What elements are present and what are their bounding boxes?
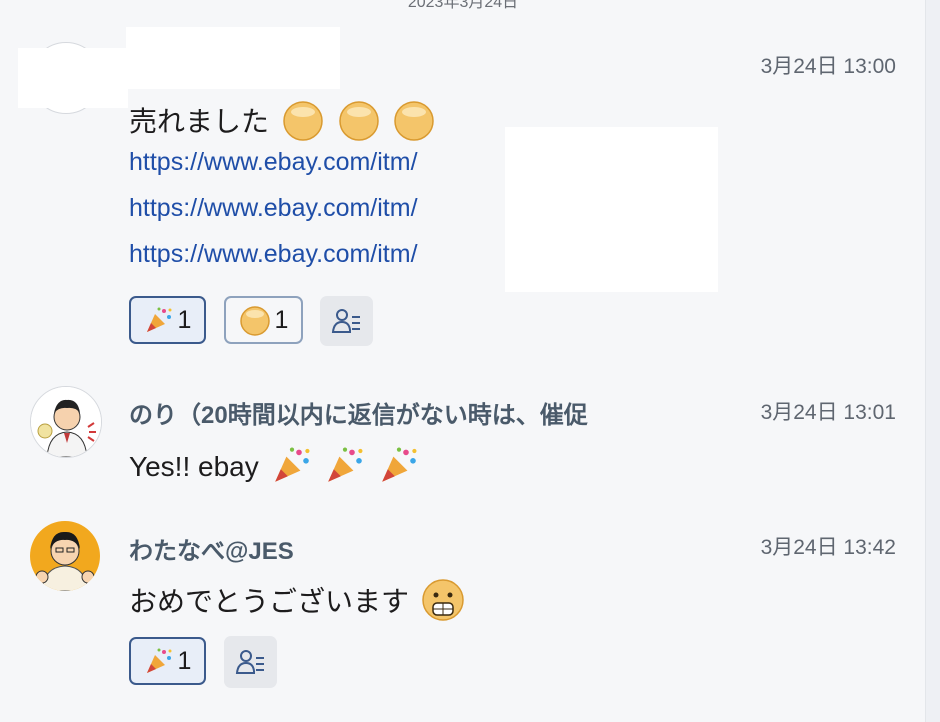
reaction-count: 1 — [177, 305, 192, 334]
reaction-count: 1 — [274, 305, 289, 334]
add-reaction-icon — [331, 309, 360, 333]
message-time[interactable]: 3月24日 13:01 — [761, 396, 896, 426]
sender-name[interactable]: わたなべ@JES — [129, 531, 689, 566]
avatar-nori[interactable] — [30, 386, 102, 458]
message-text: 売れました — [129, 98, 436, 149]
reaction-party-popper[interactable]: 1 — [129, 296, 206, 344]
message-text-content: 売れました — [129, 105, 270, 137]
reaction-party-popper[interactable]: 1 — [129, 637, 206, 685]
avatar-watanabe[interactable] — [30, 521, 100, 591]
pray-hands-icon — [392, 98, 436, 149]
ebay-link-3[interactable]: https://www.ebay.com/itm/ — [129, 239, 418, 269]
redacted-block — [18, 48, 128, 108]
message-text-content: Yes!! ebay — [129, 450, 259, 482]
message-time[interactable]: 3月24日 13:00 — [761, 50, 896, 80]
ebay-link-2[interactable]: https://www.ebay.com/itm/ — [129, 193, 418, 223]
party-popper-icon — [146, 307, 172, 332]
redacted-name — [126, 27, 340, 89]
pray-hands-icon — [281, 98, 325, 149]
party-popper-icon — [324, 444, 366, 493]
add-reaction-icon — [235, 650, 264, 674]
reaction-pray-hands[interactable]: 1 — [224, 296, 303, 344]
redacted-link-ids — [505, 127, 718, 292]
grimacing-face-icon — [421, 578, 465, 629]
date-divider: 2023年3月24日 — [407, 0, 519, 11]
reaction-count: 1 — [177, 646, 192, 675]
add-reaction-button[interactable] — [224, 636, 277, 688]
message-text: おめでとうございます — [129, 578, 465, 629]
add-reaction-button[interactable] — [320, 296, 373, 346]
party-popper-icon — [271, 444, 313, 493]
message-text-content: おめでとうございます — [129, 585, 410, 617]
party-popper-icon — [378, 444, 420, 493]
ebay-link-1[interactable]: https://www.ebay.com/itm/ — [129, 147, 418, 177]
party-popper-icon — [146, 648, 172, 673]
right-scroll-strip — [925, 0, 940, 722]
pray-hands-icon — [337, 98, 381, 149]
pray-hands-icon — [239, 306, 270, 336]
message-time[interactable]: 3月24日 13:42 — [761, 531, 896, 561]
sender-name[interactable]: のり（20時間以内に返信がない時は、催促 — [129, 395, 689, 430]
message-text: Yes!! ebay — [129, 444, 420, 493]
